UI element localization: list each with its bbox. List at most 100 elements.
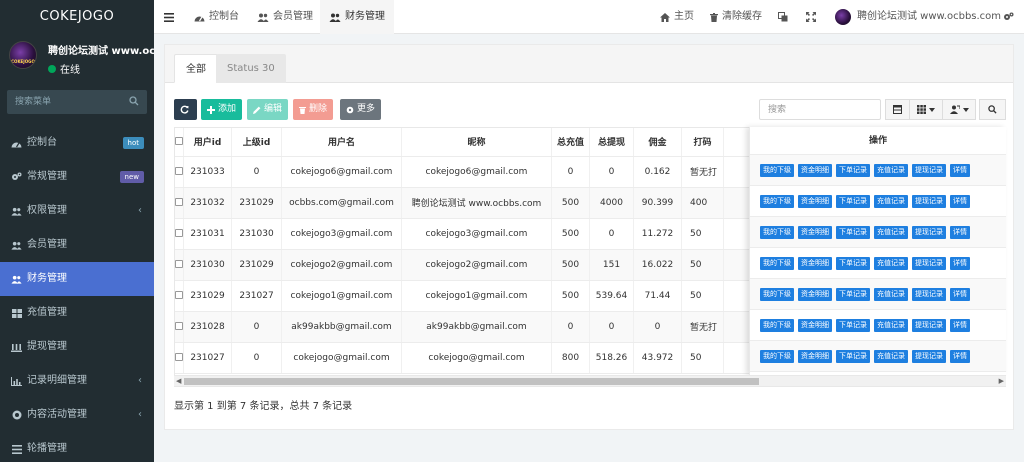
op-button-1[interactable]: 资金明细 — [798, 225, 832, 239]
op-button-0[interactable]: 我的下级 — [760, 194, 794, 208]
column-header[interactable]: 昵称 — [401, 128, 552, 157]
op-button-4[interactable]: 提现记录 — [912, 318, 946, 332]
sidebar-item-2[interactable]: 权限管理 ‹ — [0, 194, 154, 228]
op-button-0[interactable]: 我的下级 — [760, 287, 794, 301]
export-dropdown-button[interactable] — [942, 99, 976, 120]
row-checkbox[interactable] — [175, 291, 183, 299]
sidebar-item-4[interactable]: 财务管理 — [0, 262, 154, 296]
op-button-5[interactable]: 详情 — [950, 318, 970, 332]
op-button-0[interactable]: 我的下级 — [760, 349, 794, 363]
tab-dashboard[interactable]: 控制台 — [194, 0, 239, 34]
language-button[interactable] — [778, 0, 792, 34]
edit-button[interactable]: 编辑 — [247, 99, 289, 120]
op-button-4[interactable]: 提现记录 — [912, 287, 946, 301]
op-button-2[interactable]: 下单记录 — [836, 225, 870, 239]
row-checkbox[interactable] — [175, 322, 183, 330]
clear-cache-button[interactable]: 清除缓存 — [710, 0, 762, 34]
row-checkbox[interactable] — [175, 198, 183, 206]
sidebar-item-1[interactable]: 常规管理 new — [0, 160, 154, 194]
op-button-2[interactable]: 下单记录 — [836, 256, 870, 270]
scrollbar-thumb[interactable] — [184, 378, 759, 385]
toggle-view-button[interactable] — [885, 99, 910, 120]
op-button-2[interactable]: 下单记录 — [836, 163, 870, 177]
op-button-5[interactable]: 详情 — [950, 256, 970, 270]
op-button-5[interactable]: 详情 — [950, 225, 970, 239]
refresh-button[interactable] — [174, 99, 197, 120]
op-button-4[interactable]: 提现记录 — [912, 225, 946, 239]
tab-finance[interactable]: 财务管理 — [320, 0, 394, 34]
row-checkbox[interactable] — [175, 229, 183, 237]
tab-status-30[interactable]: Status 30 — [216, 54, 286, 83]
add-button[interactable]: 添加 — [201, 99, 243, 120]
row-checkbox[interactable] — [175, 260, 183, 268]
fullscreen-button[interactable] — [806, 0, 820, 34]
sidebar-item-6[interactable]: 提现管理 — [0, 330, 154, 364]
op-button-0[interactable]: 我的下级 — [760, 256, 794, 270]
scroll-right-icon[interactable]: ▶ — [999, 377, 1004, 385]
op-button-2[interactable]: 下单记录 — [836, 349, 870, 363]
row-checkbox[interactable] — [175, 167, 183, 175]
select-all-checkbox[interactable] — [175, 137, 183, 146]
column-header[interactable]: 用户id — [183, 128, 232, 157]
op-button-3[interactable]: 充值记录 — [874, 194, 908, 208]
op-button-3[interactable]: 充值记录 — [874, 163, 908, 177]
op-button-1[interactable]: 资金明细 — [798, 194, 832, 208]
column-header[interactable]: 佣金 — [633, 128, 682, 157]
table-cell: ak99akbb@gmail.com — [401, 311, 552, 343]
column-header[interactable]: 上级id — [231, 128, 282, 157]
sidebar-item-3[interactable]: 会员管理 — [0, 228, 154, 262]
op-button-4[interactable]: 提现记录 — [912, 349, 946, 363]
tab-all[interactable]: 全部 — [174, 54, 218, 83]
op-button-2[interactable]: 下单记录 — [836, 287, 870, 301]
settings-button[interactable] — [1003, 0, 1018, 34]
op-button-0[interactable]: 我的下级 — [760, 163, 794, 177]
op-button-1[interactable]: 资金明细 — [798, 163, 832, 177]
op-button-4[interactable]: 提现记录 — [912, 256, 946, 270]
row-checkbox[interactable] — [175, 353, 183, 361]
brand-logo[interactable]: COKEJOGO — [0, 0, 154, 34]
op-button-4[interactable]: 提现记录 — [912, 194, 946, 208]
op-button-2[interactable]: 下单记录 — [836, 318, 870, 332]
op-button-3[interactable]: 充值记录 — [874, 318, 908, 332]
table-search-input[interactable] — [759, 99, 881, 120]
op-button-2[interactable]: 下单记录 — [836, 194, 870, 208]
advanced-search-button[interactable] — [979, 99, 1006, 120]
sidebar-item-0[interactable]: 控制台 hot — [0, 126, 154, 160]
op-button-1[interactable]: 资金明细 — [798, 256, 832, 270]
menu-search-input[interactable] — [7, 90, 147, 114]
home-link[interactable]: 主页 — [660, 0, 694, 34]
columns-dropdown-button[interactable] — [909, 99, 943, 120]
sidebar-item-5[interactable]: 充值管理 — [0, 296, 154, 330]
scroll-left-icon[interactable]: ◀ — [176, 377, 181, 385]
delete-button[interactable]: 删除 — [293, 99, 334, 120]
user-menu[interactable]: 聘创论坛测试 www.ocbbs.com — [835, 0, 1001, 34]
op-button-0[interactable]: 我的下级 — [760, 225, 794, 239]
sidebar-item-8[interactable]: 内容活动管理 ‹ — [0, 398, 154, 432]
op-button-3[interactable]: 充值记录 — [874, 256, 908, 270]
column-header[interactable]: 总充值 — [551, 128, 590, 157]
search-icon — [988, 105, 997, 114]
column-header[interactable]: 打码 — [681, 128, 724, 157]
op-button-1[interactable]: 资金明细 — [798, 349, 832, 363]
op-button-5[interactable]: 详情 — [950, 349, 970, 363]
column-header[interactable]: 总提现 — [589, 128, 634, 157]
tab-members[interactable]: 会员管理 — [257, 0, 313, 34]
search-icon[interactable] — [129, 96, 139, 106]
sidebar-item-9[interactable]: 轮播管理 — [0, 432, 154, 462]
horizontal-scrollbar[interactable]: ◀ ▶ — [174, 375, 1006, 386]
sidebar-item-7[interactable]: 记录明细管理 ‹ — [0, 364, 154, 398]
more-button[interactable]: 更多 — [340, 99, 382, 120]
op-button-5[interactable]: 详情 — [950, 287, 970, 301]
sidebar-toggle-button[interactable] — [164, 0, 178, 34]
op-button-3[interactable]: 充值记录 — [874, 287, 908, 301]
cogs-icon — [1004, 12, 1014, 20]
op-button-1[interactable]: 资金明细 — [798, 318, 832, 332]
column-header[interactable]: 用户名 — [281, 128, 402, 157]
op-button-0[interactable]: 我的下级 — [760, 318, 794, 332]
op-button-3[interactable]: 充值记录 — [874, 225, 908, 239]
op-button-5[interactable]: 详情 — [950, 163, 970, 177]
op-button-1[interactable]: 资金明细 — [798, 287, 832, 301]
op-button-5[interactable]: 详情 — [950, 194, 970, 208]
op-button-3[interactable]: 充值记录 — [874, 349, 908, 363]
op-button-4[interactable]: 提现记录 — [912, 163, 946, 177]
